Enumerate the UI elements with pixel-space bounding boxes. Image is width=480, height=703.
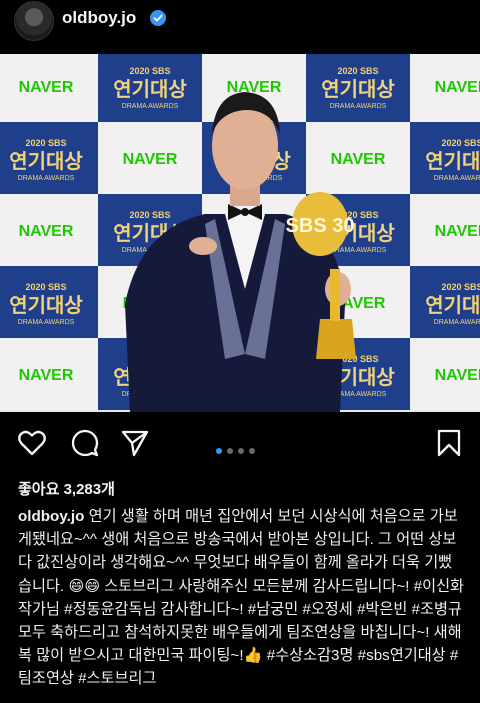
carousel-dot[interactable]: [249, 448, 255, 454]
post-caption: oldboy.jo 연기 생활 하며 매년 집안에서 보던 시상식에 처음으로 …: [18, 505, 466, 691]
svg-text:SBS 30: SBS 30: [286, 215, 355, 237]
post-photo[interactable]: NAVER 2020 SBS 연기대상 DRAMA AWARDS NAVER 2020 S…: [0, 54, 480, 412]
actor-figure: SBS 30: [125, 92, 356, 412]
carousel-indicator: [216, 441, 260, 459]
caption-text: 연기 생활 하며 매년 집안에서 보던 시상식에 처음으로 가보게됐네요~^^ …: [18, 508, 465, 688]
avatar[interactable]: [14, 1, 54, 41]
bookmark-icon[interactable]: [434, 428, 464, 458]
verified-badge-icon: [150, 10, 166, 26]
carousel-dot[interactable]: [216, 448, 222, 454]
like-count[interactable]: 좋아요 3,283개: [18, 478, 115, 499]
post-username[interactable]: oldboy.jo: [62, 8, 136, 28]
carousel-dot[interactable]: [227, 448, 233, 454]
paper-plane-icon[interactable]: [120, 428, 150, 458]
caption-username[interactable]: oldboy.jo: [18, 508, 84, 525]
heart-icon[interactable]: [17, 428, 47, 458]
post-header: oldboy.jo: [0, 0, 480, 44]
carousel-dot[interactable]: [238, 448, 244, 454]
comment-icon[interactable]: [70, 428, 100, 458]
